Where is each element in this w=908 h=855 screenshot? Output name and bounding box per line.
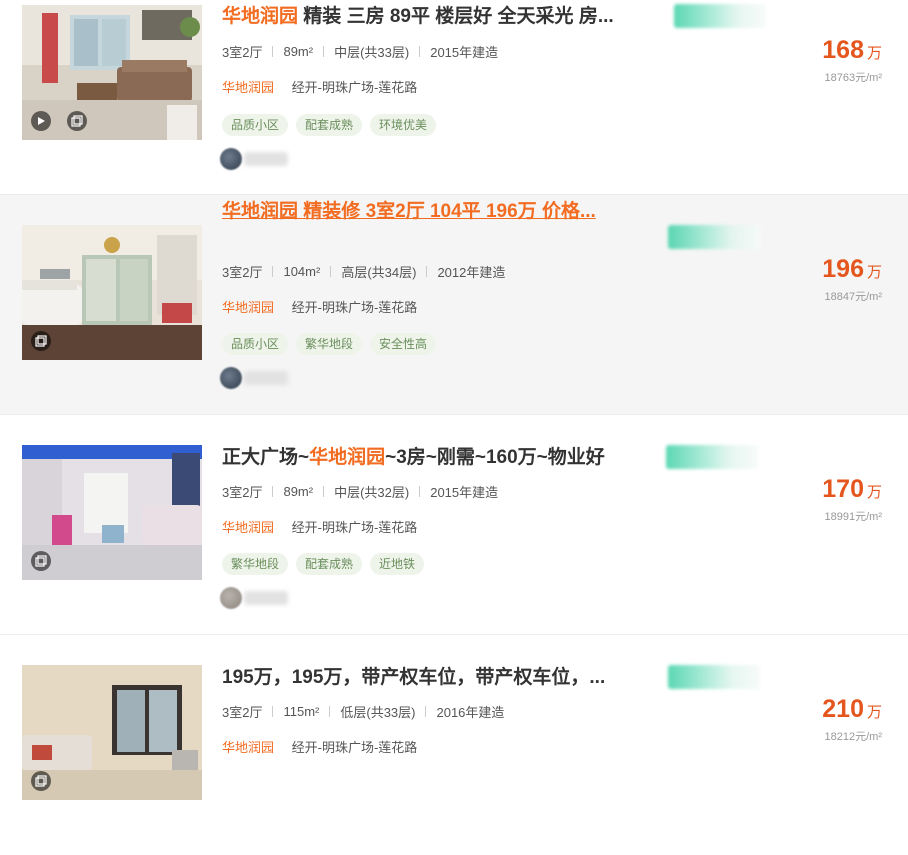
price-block: 168 万 18763元/m² [822, 36, 882, 85]
listing-title[interactable]: 正大广场~华地润园~3房~刚需~160万~物业好 [222, 445, 662, 471]
district-link[interactable]: 经开-明珠广场-莲花路 [292, 80, 418, 95]
play-icon[interactable] [31, 111, 51, 131]
house-info: 3室2厅 89m² 中层(共32层) 2015年建造 [222, 482, 498, 501]
agent[interactable] [220, 148, 288, 170]
agent-name-blurred [244, 591, 288, 605]
location: 华地润园 经开-明珠广场-莲花路 [222, 297, 417, 316]
agent-avatar[interactable] [220, 148, 242, 170]
agent-avatar[interactable] [220, 587, 242, 609]
layout-text: 3室2厅 [222, 265, 263, 280]
tag: 配套成熟 [296, 553, 363, 575]
price-block: 170 万 18991元/m² [822, 475, 882, 524]
listing-item[interactable]: 华地润园 精装修 3室2厅 104平 196万 价格... 3室2厅 104m²… [0, 195, 908, 415]
title-text: ~3房~刚需~160万~物业好 [385, 447, 605, 468]
tag: 配套成熟 [296, 114, 363, 136]
district-link[interactable]: 经开-明珠广场-莲花路 [292, 740, 418, 755]
title-text: 195万，195万，带产权车位，带产权车位，... [222, 667, 606, 688]
listing-title[interactable]: 华地润园 精装修 3室2厅 104平 196万 价格... [222, 199, 642, 225]
album-icon[interactable] [31, 771, 51, 791]
tag-list: 品质小区 配套成熟 环境优美 [222, 114, 444, 136]
layout-text: 3室2厅 [222, 485, 263, 500]
tag: 近地铁 [370, 553, 425, 575]
price-block: 196 万 18847元/m² [822, 255, 882, 304]
vr-badge[interactable] [674, 4, 766, 28]
album-icon[interactable] [67, 111, 87, 131]
tag: 品质小区 [222, 333, 289, 355]
listing-list: 华地润园 精装 三房 89平 楼层好 全天采光 房... 3室2厅 89m² 中… [0, 0, 908, 855]
total-price: 168 [822, 36, 864, 64]
floor-text: 低层(共33层) [340, 705, 416, 720]
layout-text: 3室2厅 [222, 705, 263, 720]
title-highlight: 华地润园 [222, 201, 299, 222]
agent[interactable] [220, 367, 288, 389]
unit-price: 18212元/m² [824, 731, 882, 743]
built-year-text: 2015年建造 [430, 45, 499, 60]
layout-text: 3室2厅 [222, 45, 263, 60]
listing-item[interactable]: 195万，195万，带产权车位，带产权车位，... 3室2厅 115m² 低层(… [0, 635, 908, 855]
tag-list: 繁华地段 配套成熟 近地铁 [222, 553, 432, 575]
agent-name-blurred [244, 152, 288, 166]
location: 华地润园 经开-明珠广场-莲花路 [222, 737, 417, 756]
area-text: 89m² [283, 44, 314, 59]
listing-photo[interactable] [22, 445, 202, 580]
area-text: 115m² [283, 704, 320, 719]
house-info: 3室2厅 104m² 高层(共34层) 2012年建造 [222, 262, 505, 281]
album-icon[interactable] [31, 551, 51, 571]
agent[interactable] [220, 587, 288, 609]
title-highlight: 华地润园 [309, 447, 386, 468]
listing-item[interactable]: 正大广场~华地润园~3房~刚需~160万~物业好 3室2厅 89m² 中层(共3… [0, 415, 908, 635]
price-unit: 万 [866, 484, 882, 501]
built-year-text: 2016年建造 [436, 705, 505, 720]
agent-avatar[interactable] [220, 367, 242, 389]
tag: 繁华地段 [222, 553, 289, 575]
total-price: 170 [822, 475, 864, 503]
vr-badge[interactable] [666, 445, 758, 469]
tag: 安全性高 [370, 333, 437, 355]
listing-title[interactable]: 195万，195万，带产权车位，带产权车位，... [222, 665, 642, 691]
district-link[interactable]: 经开-明珠广场-莲花路 [292, 520, 418, 535]
tag: 繁华地段 [296, 333, 363, 355]
community-link[interactable]: 华地润园 [222, 520, 274, 535]
listing-photo[interactable] [22, 665, 202, 800]
tag-list: 品质小区 繁华地段 安全性高 [222, 333, 444, 355]
community-link[interactable]: 华地润园 [222, 740, 274, 755]
title-text: 精装 三房 89平 楼层好 全天采光 房... [298, 6, 614, 27]
agent-name-blurred [244, 371, 288, 385]
unit-price: 18847元/m² [824, 291, 882, 303]
total-price: 196 [822, 255, 864, 283]
listing-photo[interactable] [22, 5, 202, 140]
tag: 品质小区 [222, 114, 289, 136]
house-info: 3室2厅 115m² 低层(共33层) 2016年建造 [222, 702, 504, 721]
built-year-text: 2015年建造 [430, 485, 499, 500]
unit-price: 18763元/m² [824, 72, 882, 84]
built-year-text: 2012年建造 [437, 265, 506, 280]
tag: 环境优美 [370, 114, 437, 136]
area-text: 89m² [283, 484, 314, 499]
location: 华地润园 经开-明珠广场-莲花路 [222, 77, 417, 96]
total-price: 210 [822, 695, 864, 723]
price-unit: 万 [866, 264, 882, 281]
price-block: 210 万 18212元/m² [822, 695, 882, 744]
title-highlight: 华地润园 [222, 6, 299, 27]
listing-item[interactable]: 华地润园 精装 三房 89平 楼层好 全天采光 房... 3室2厅 89m² 中… [0, 0, 908, 195]
title-prefix: 正大广场~ [222, 447, 310, 468]
listing-photo[interactable] [22, 225, 202, 360]
unit-price: 18991元/m² [824, 511, 882, 523]
community-link[interactable]: 华地润园 [222, 80, 274, 95]
floor-text: 高层(共34层) [341, 265, 417, 280]
title-text: 精装修 3室2厅 104平 196万 价格... [298, 201, 596, 222]
house-info: 3室2厅 89m² 中层(共33层) 2015年建造 [222, 42, 498, 61]
vr-badge[interactable] [668, 225, 760, 249]
district-link[interactable]: 经开-明珠广场-莲花路 [292, 300, 418, 315]
area-text: 104m² [283, 264, 321, 279]
listing-title[interactable]: 华地润园 精装 三房 89平 楼层好 全天采光 房... [222, 4, 642, 30]
price-unit: 万 [866, 704, 882, 721]
price-unit: 万 [866, 45, 882, 62]
album-icon[interactable] [31, 331, 51, 351]
community-link[interactable]: 华地润园 [222, 300, 274, 315]
floor-text: 中层(共33层) [334, 45, 410, 60]
location: 华地润园 经开-明珠广场-莲花路 [222, 517, 417, 536]
floor-text: 中层(共32层) [334, 485, 410, 500]
vr-badge[interactable] [668, 665, 760, 689]
